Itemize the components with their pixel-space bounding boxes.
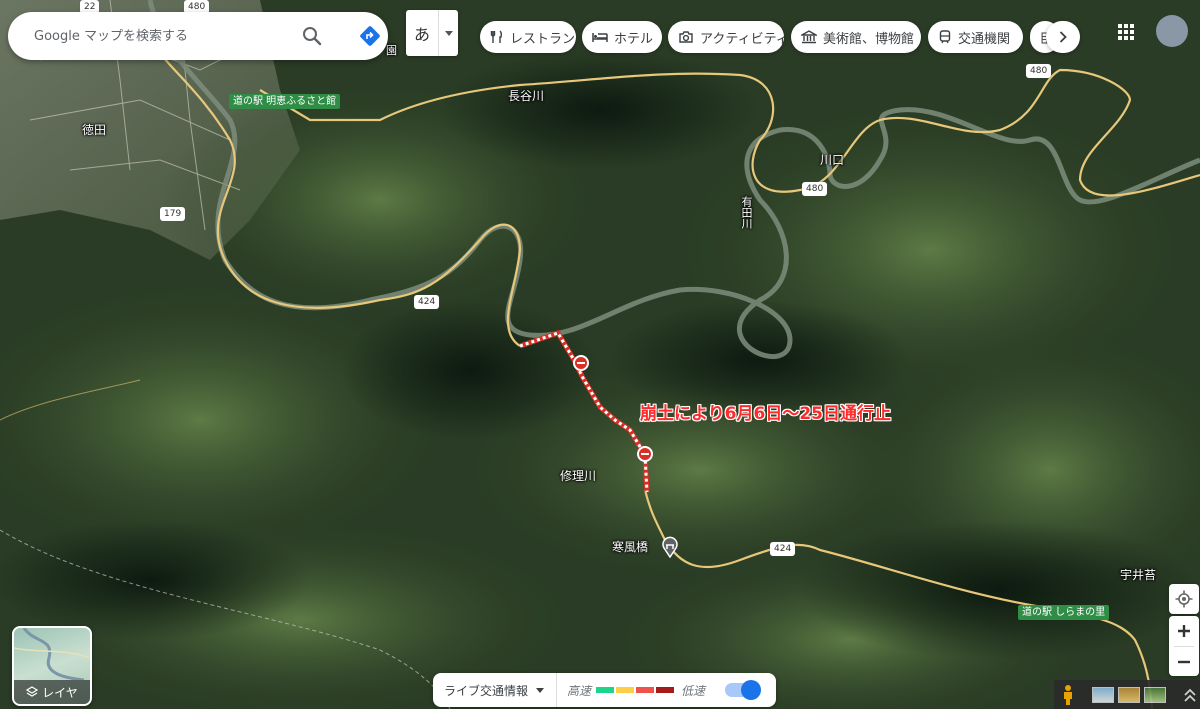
chevron-right-icon (1059, 31, 1067, 43)
chevron-down-icon[interactable] (439, 30, 458, 36)
pegman-icon[interactable] (1056, 683, 1080, 707)
chip-label: アクティビティ (700, 31, 784, 47)
place-label-hasegawa[interactable]: 長谷川 (508, 87, 544, 104)
layers-label-bar: レイヤ (14, 680, 90, 704)
search-box (8, 12, 388, 60)
chevron-down-icon (536, 687, 545, 693)
layers-icon (26, 686, 39, 697)
station-label-meiei[interactable]: 道の駅 明恵ふるさと館 (229, 94, 341, 109)
chevron-up-double-icon[interactable] (1180, 685, 1200, 705)
place-label-partial[interactable]: 園 (386, 42, 397, 58)
directions-icon[interactable] (358, 24, 382, 48)
zoom-controls (1169, 616, 1199, 676)
route-shield-424: 424 (414, 295, 440, 309)
input-method-button[interactable]: あ (406, 10, 458, 56)
fork-knife-icon (490, 30, 503, 43)
route-shield-480: 480 (1026, 64, 1052, 78)
chip-transit[interactable]: 交通機関 (928, 21, 1023, 53)
satellite-map[interactable] (0, 0, 1200, 709)
my-location-icon (1175, 590, 1193, 608)
layers-label: レイヤ (42, 685, 78, 700)
search-icon[interactable] (300, 24, 324, 48)
traffic-color-fast (596, 687, 615, 693)
my-location-button[interactable] (1169, 584, 1199, 614)
place-label-kanpuubashi[interactable]: 寒風橋 (612, 538, 648, 555)
traffic-toggle[interactable] (725, 680, 762, 700)
chip-activities[interactable]: アクティビティ (668, 21, 784, 53)
road-closure-annotation: 崩土により6月6日～25日通行止 (640, 404, 891, 424)
zoom-in-button[interactable] (1169, 616, 1199, 646)
bed-icon (592, 33, 608, 42)
train-icon (939, 30, 951, 44)
ime-char: あ (413, 25, 430, 44)
traffic-title: ライブ交通情報 (444, 683, 529, 698)
chip-label: 美術館、博物館 (823, 31, 915, 47)
camera-icon (679, 31, 693, 43)
bridge-poi-icon[interactable] (660, 536, 680, 558)
route-shield-480: 480 (802, 182, 828, 196)
chip-hotels[interactable]: ホテル (582, 21, 662, 53)
traffic-divider (556, 673, 558, 707)
chip-label: レストラン (510, 31, 576, 47)
traffic-color-slow (636, 687, 655, 693)
imagery-thumbnail[interactable] (1144, 686, 1166, 703)
river-label-aridagawa[interactable]: 有田川 (738, 196, 754, 229)
station-label-shirama[interactable]: 道の駅 しらまの里 (1018, 605, 1110, 620)
search-input[interactable] (32, 27, 286, 45)
traffic-color-scale (596, 687, 676, 693)
place-label-uisogo[interactable]: 宇井苔 (1120, 566, 1156, 583)
chip-label: ホテル (614, 31, 654, 47)
place-label-tokuda[interactable]: 徳田 (82, 121, 106, 138)
chip-museums[interactable]: 美術館、博物館 (791, 21, 921, 53)
traffic-color-jam (656, 687, 675, 693)
traffic-dropdown[interactable]: ライブ交通情報 (444, 682, 545, 699)
street-view-strip (1054, 680, 1200, 709)
route-shield-179: 179 (160, 207, 186, 221)
traffic-slow-label: 低速 (681, 683, 706, 698)
imagery-thumbnail[interactable] (1118, 686, 1140, 703)
place-label-kawaguchi[interactable]: 川口 (820, 151, 844, 168)
zoom-in-icon (1178, 625, 1190, 637)
road-closed-icon[interactable] (573, 355, 589, 371)
river-label-shuri[interactable]: 修理川 (560, 467, 596, 484)
traffic-fast-label: 高速 (567, 683, 592, 698)
apps-grid-icon[interactable] (1114, 20, 1138, 44)
route-shield-424: 424 (770, 542, 796, 556)
zoom-out-button[interactable] (1169, 647, 1199, 677)
layers-button[interactable]: レイヤ (12, 626, 92, 706)
museum-icon (801, 30, 817, 44)
avatar[interactable] (1156, 15, 1188, 47)
traffic-color-medium (616, 687, 635, 693)
imagery-thumbnail[interactable] (1092, 686, 1114, 703)
layer-thumbnail-map (14, 628, 90, 680)
zoom-out-icon (1178, 660, 1190, 664)
road-closed-icon[interactable] (637, 446, 653, 462)
chip-label: 交通機関 (958, 31, 1011, 47)
chips-next-button[interactable] (1046, 21, 1080, 53)
chip-restaurants[interactable]: レストラン (480, 21, 576, 53)
toggle-knob (741, 680, 762, 700)
traffic-legend: ライブ交通情報 高速 低速 (433, 673, 776, 707)
